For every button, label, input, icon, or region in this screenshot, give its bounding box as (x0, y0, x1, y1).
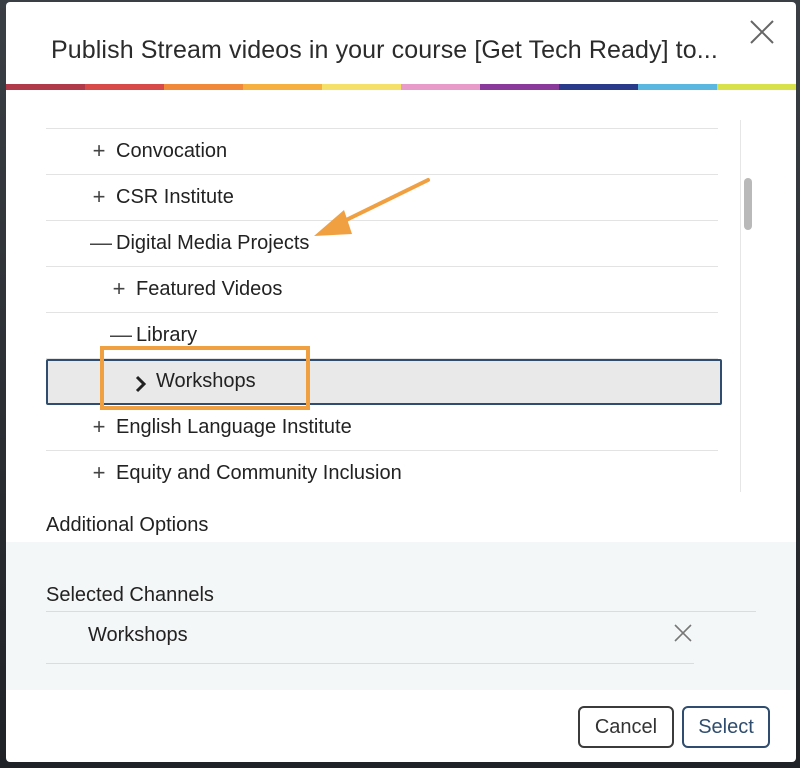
tree-item-workshops[interactable]: Workshops (46, 359, 722, 405)
remove-icon[interactable] (672, 622, 694, 644)
tree-item-label: Equity and Community Inclusion (116, 462, 402, 484)
cancel-button[interactable]: Cancel (578, 706, 674, 748)
brand-color-bar (6, 84, 796, 90)
tree-item-csr-institute[interactable]: + CSR Institute (46, 175, 718, 221)
brand-color-segment (322, 84, 401, 90)
selected-channel-item: Workshops (46, 612, 694, 664)
brand-color-segment (243, 84, 322, 90)
channel-tree: + Convocation + CSR Institute — Digital … (46, 120, 758, 492)
tree-item-english-language-institute[interactable]: + English Language Institute (46, 405, 718, 451)
tree-item-digital-media-projects[interactable]: — Digital Media Projects (46, 221, 718, 267)
expand-icon[interactable]: + (90, 140, 108, 162)
tree-item-label: Library (136, 324, 198, 346)
tree-item-label: Convocation (116, 140, 228, 162)
selected-channels-title: Selected Channels (46, 584, 214, 606)
brand-color-segment (559, 84, 638, 90)
expand-icon[interactable]: + (90, 186, 108, 208)
tree-scrollbar[interactable] (740, 120, 754, 492)
brand-color-segment (480, 84, 559, 90)
expand-icon[interactable]: + (110, 278, 128, 300)
collapse-icon[interactable]: — (90, 232, 112, 254)
tree-item-featured-videos[interactable]: + Featured Videos (46, 267, 718, 313)
close-icon[interactable] (748, 18, 776, 46)
brand-color-segment (717, 84, 796, 90)
select-button[interactable]: Select (682, 706, 770, 748)
tree-item-label: Workshops (156, 370, 256, 392)
channel-tree-list: + Convocation + CSR Institute — Digital … (46, 128, 722, 492)
tree-item-equity-and-community-inclusion[interactable]: + Equity and Community Inclusion (46, 451, 718, 492)
brand-color-segment (6, 84, 85, 90)
tree-item-convocation[interactable]: + Convocation (46, 129, 718, 175)
dialog-header: Publish Stream videos in your course [Ge… (6, 2, 796, 84)
brand-color-segment (164, 84, 243, 90)
expand-icon[interactable]: + (90, 462, 108, 484)
brand-color-segment (638, 84, 717, 90)
collapse-icon[interactable]: — (110, 324, 132, 346)
publish-dialog: Publish Stream videos in your course [Ge… (6, 2, 796, 762)
selected-channel-label: Workshops (88, 624, 188, 646)
brand-color-segment (85, 84, 164, 90)
tree-item-label: CSR Institute (116, 186, 234, 208)
brand-color-segment (401, 84, 480, 90)
tree-item-label: Featured Videos (136, 278, 283, 300)
selected-channels-panel: Selected Channels Workshops (6, 542, 796, 690)
dialog-title: Publish Stream videos in your course [Ge… (51, 36, 718, 64)
additional-options-toggle[interactable]: Additional Options (46, 514, 208, 537)
tree-item-label: English Language Institute (116, 416, 352, 438)
scrollbar-thumb[interactable] (744, 178, 752, 230)
tree-item-label: Digital Media Projects (116, 232, 310, 254)
expand-icon[interactable]: + (90, 416, 108, 438)
tree-item-library[interactable]: — Library (46, 313, 718, 359)
chevron-right-icon (134, 374, 148, 394)
